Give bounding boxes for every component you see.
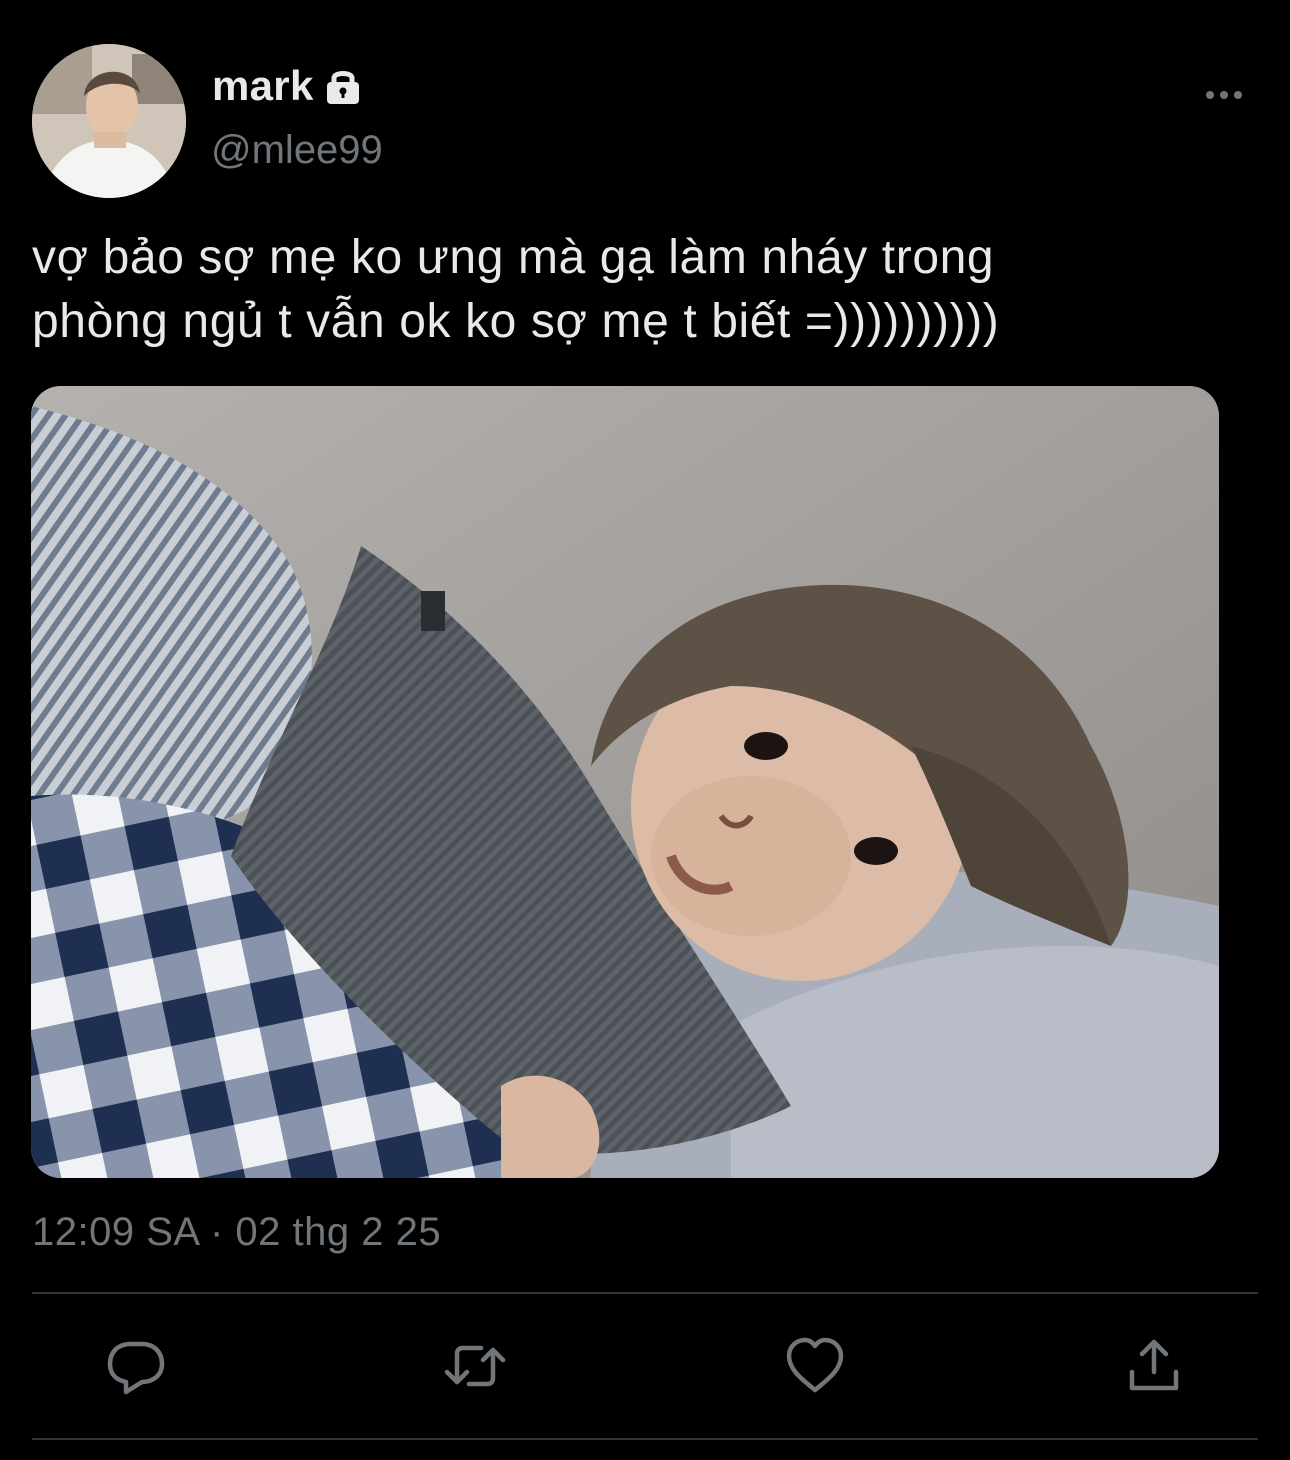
- tweet-timestamp[interactable]: 12:09 SA · 02 thg 2 25: [32, 1210, 441, 1255]
- display-name-text: mark: [212, 62, 314, 109]
- heart-icon: [786, 1337, 844, 1393]
- action-bar: [0, 1334, 1290, 1404]
- divider-bottom: [32, 1438, 1258, 1440]
- tweet-text: vợ bảo sợ mẹ ko ưng mà gạ làm nháy trong…: [32, 226, 1242, 354]
- tweet-text-line-1: vợ bảo sợ mẹ ko ưng mà gạ làm nháy trong: [32, 231, 995, 284]
- retweet-icon: [444, 1345, 506, 1387]
- tweet-media-photo[interactable]: [31, 386, 1219, 1178]
- like-button[interactable]: [783, 1334, 847, 1398]
- reply-icon: [107, 1341, 165, 1395]
- divider-top: [32, 1292, 1258, 1294]
- display-name[interactable]: mark: [212, 62, 362, 110]
- retweet-button[interactable]: [443, 1334, 507, 1398]
- reply-button[interactable]: [104, 1334, 168, 1398]
- share-icon: [1129, 1339, 1179, 1391]
- lock-icon: [324, 66, 362, 106]
- user-handle[interactable]: @mlee99: [211, 128, 383, 173]
- media-photo-illustration: [31, 386, 1219, 1178]
- share-button[interactable]: [1122, 1334, 1186, 1398]
- tweet-text-line-2: phòng ngủ t vẫn ok ko sợ mẹ t biết =))))…: [32, 295, 1000, 348]
- avatar-photo: [32, 44, 186, 198]
- more-options-icon[interactable]: [1200, 80, 1248, 110]
- avatar[interactable]: [32, 44, 186, 198]
